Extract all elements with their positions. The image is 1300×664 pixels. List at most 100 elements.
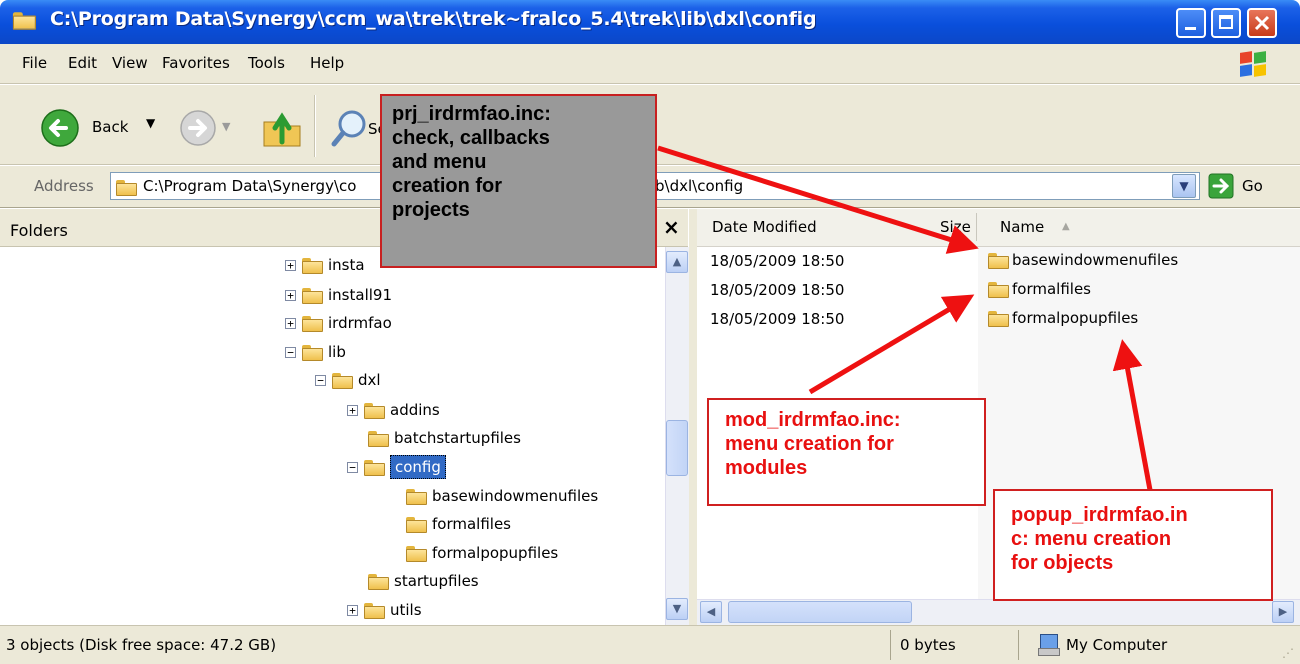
file-name: formalpopupfiles [1012,309,1139,327]
toolbar-separator [314,95,316,157]
expand-icon[interactable]: + [285,318,296,329]
status-size: 0 bytes [900,636,956,654]
tree-item[interactable]: + irdrmfao [285,310,392,336]
folder-icon [364,602,386,619]
tree-item[interactable]: + addins [347,397,440,423]
address-value-tail: b\dxl\config [655,177,744,195]
tree-item[interactable]: formalpopupfiles [400,540,558,566]
folder-icon [988,252,1010,269]
address-dropdown-button[interactable]: ▼ [1172,174,1196,198]
tree-item-label: utils [390,601,422,619]
folder-window-icon [12,11,40,31]
chevron-down-icon[interactable]: ▼ [222,120,230,133]
folder-icon [332,372,354,389]
tree-item[interactable]: + install91 [285,282,392,308]
tree-item-label: config [390,455,446,479]
scroll-left-button[interactable]: ◀ [700,601,722,623]
tree-item[interactable]: formalfiles [400,511,511,537]
collapse-icon[interactable]: − [347,462,358,473]
file-date: 18/05/2009 18:50 [710,281,845,299]
collapse-icon[interactable]: − [285,347,296,358]
menu-edit[interactable]: Edit [68,54,97,72]
tree-item-selected[interactable]: − config [347,454,446,480]
file-item[interactable]: basewindowmenufiles [988,251,1178,269]
maximize-button[interactable] [1211,8,1241,38]
callout-popup: popup_irdrmfao.in c: menu creation for o… [993,489,1273,601]
menu-view[interactable]: View [112,54,148,72]
go-arrow-icon [1208,173,1234,199]
column-date-modified[interactable]: Date Modified [712,218,817,236]
folder-icon [364,459,386,476]
go-button[interactable]: Go [1208,173,1278,201]
back-button[interactable]: Back ▼ [40,103,170,153]
search-button[interactable]: Se [330,108,387,150]
search-icon [331,110,366,147]
chevron-down-icon: ▼ [1179,179,1189,193]
file-name: formalfiles [1012,280,1091,298]
chevron-right-icon: ▶ [1278,605,1288,618]
expand-icon[interactable]: + [347,405,358,416]
status-zone: My Computer [1066,636,1168,654]
tree-item[interactable]: − dxl [315,367,381,393]
folder-icon [302,344,324,361]
tree-item[interactable]: startupfiles [362,568,479,594]
expand-icon[interactable]: + [285,290,296,301]
window-title: C:\Program Data\Synergy\ccm_wa\trek\trek… [50,8,817,30]
column-size[interactable]: Size [940,218,971,236]
tree-item-label: install91 [328,286,392,304]
forward-button[interactable]: ▼ [178,108,238,148]
file-item[interactable]: formalpopupfiles [988,309,1138,327]
menu-tools[interactable]: Tools [248,54,285,72]
close-button[interactable] [1247,8,1277,38]
scroll-up-button[interactable]: ▲ [666,251,688,273]
file-date: 18/05/2009 18:50 [710,252,845,270]
chevron-down-icon[interactable]: ▼ [146,116,155,130]
address-value: C:\Program Data\Synergy\co [143,177,357,195]
callout-mod: mod_irdrmfao.inc: menu creation for modu… [707,398,986,506]
tree-item-label: formalpopupfiles [432,544,559,562]
my-computer-icon [1038,633,1060,657]
scroll-right-button[interactable]: ▶ [1272,601,1294,623]
pane-splitter[interactable] [689,209,697,625]
forward-arrow-icon [180,110,216,146]
tree-item[interactable]: − lib [285,339,346,365]
back-label: Back [92,118,129,136]
folder-icon [988,310,1010,327]
file-name: basewindowmenufiles [1012,251,1179,269]
folders-title: Folders [10,221,68,240]
scroll-down-button[interactable]: ▼ [666,598,688,620]
menu-file[interactable]: File [22,54,47,72]
scroll-thumb[interactable] [666,420,688,476]
tree-item-label: formalfiles [432,515,511,533]
tree-item[interactable]: basewindowmenufiles [400,483,598,509]
chevron-down-icon: ▼ [672,602,682,615]
tree-item-label: basewindowmenufiles [432,487,599,505]
tree-item[interactable]: + utils [347,597,422,623]
tree-item-label: dxl [358,371,381,389]
folder-icon [116,178,138,196]
collapse-icon[interactable]: − [315,375,326,386]
file-item[interactable]: formalfiles [988,280,1091,298]
expand-icon[interactable]: + [285,260,296,271]
tree-item-label: addins [390,401,440,419]
tree-item-label: insta [328,256,365,274]
menu-favorites[interactable]: Favorites [162,54,230,72]
resize-grip-icon[interactable]: ⋰ [1282,646,1294,660]
horizontal-scroll-thumb[interactable] [728,601,912,623]
folder-up-button[interactable] [262,108,304,150]
tree-item[interactable]: + insta [285,252,365,278]
tree-item-label: lib [328,343,346,361]
minimize-button[interactable] [1176,8,1206,38]
column-name[interactable]: Name [1000,218,1044,236]
callout-line: mod_irdrmfao.inc: [725,409,901,431]
tree-item[interactable]: batchstartupfiles [362,425,521,451]
expand-icon[interactable]: + [347,605,358,616]
menu-help[interactable]: Help [310,54,344,72]
chevron-left-icon: ◀ [706,605,716,618]
sort-ascending-icon: ▲ [1062,221,1070,232]
callout-line: menu creation for [725,433,894,455]
callout-line: creation for [392,175,503,197]
close-pane-icon[interactable]: × [663,215,680,239]
close-icon [1254,15,1270,31]
callout-line: popup_irdrmfao.in [1011,504,1188,526]
